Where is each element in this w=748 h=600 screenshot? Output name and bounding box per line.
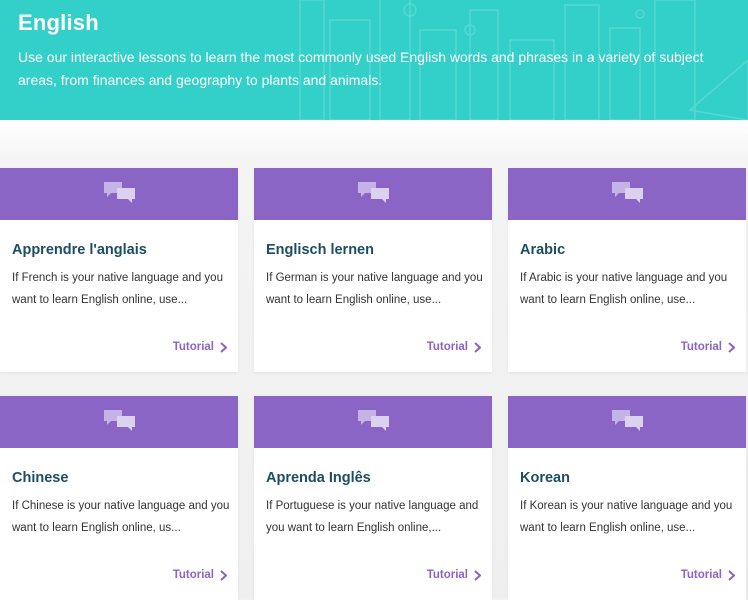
card-header: [508, 168, 746, 220]
card-description: If German is your native language and yo…: [266, 272, 483, 306]
card-title[interactable]: Aprenda Inglês: [266, 470, 371, 486]
chat-bubbles-icon: [358, 182, 389, 203]
tutorial-link-label: Tutorial: [680, 569, 722, 581]
card-description: If Korean is your native language and yo…: [520, 500, 733, 534]
page-description: Use our interactive lessons to learn the…: [18, 49, 704, 88]
card-chinese[interactable]: Chinese If Chinese is your native langua…: [0, 396, 238, 600]
card-description: If French is your native language and yo…: [12, 272, 223, 306]
chevron-right-icon: [220, 569, 227, 581]
page-title: English: [18, 10, 99, 35]
tutorial-link-label: Tutorial: [172, 341, 214, 353]
tutorial-link[interactable]: Tutorial: [681, 341, 735, 353]
card-header: [0, 168, 238, 220]
card-header: [254, 168, 492, 220]
card-englisch-lernen[interactable]: Englisch lernen If German is your native…: [254, 168, 492, 372]
tutorial-link-label: Tutorial: [426, 341, 468, 353]
chevron-right-icon: [728, 569, 735, 581]
card-apprendre-langlais[interactable]: Apprendre l'anglais If French is your na…: [0, 168, 238, 372]
card-title[interactable]: Korean: [520, 470, 570, 486]
tutorial-link[interactable]: Tutorial: [173, 569, 227, 581]
card-aprenda-ingles[interactable]: Aprenda Inglês If Portuguese is your nat…: [254, 396, 492, 600]
card-title[interactable]: Chinese: [12, 470, 68, 486]
chat-bubbles-icon: [358, 410, 389, 431]
card-header: [254, 396, 492, 448]
chevron-right-icon: [220, 341, 227, 353]
card-description: If Arabic is your native language and yo…: [520, 272, 728, 306]
card-title[interactable]: Apprendre l'anglais: [12, 242, 147, 258]
chat-bubbles-icon: [104, 182, 135, 203]
card-description: If Portuguese is your native language an…: [266, 500, 479, 534]
hero-banner: English Use our interactive lessons to l…: [0, 0, 748, 120]
chat-bubbles-icon: [104, 410, 135, 431]
tutorial-link-label: Tutorial: [680, 341, 722, 353]
card-title[interactable]: Arabic: [520, 242, 565, 258]
card-title[interactable]: Englisch lernen: [266, 242, 374, 258]
tutorial-link[interactable]: Tutorial: [681, 569, 735, 581]
chat-bubbles-icon: [612, 182, 643, 203]
tutorial-link[interactable]: Tutorial: [173, 341, 227, 353]
chat-bubbles-icon: [612, 410, 643, 431]
chevron-right-icon: [474, 569, 481, 581]
card-korean[interactable]: Korean If Korean is your native language…: [508, 396, 746, 600]
card-header: [508, 396, 746, 448]
tutorial-link-label: Tutorial: [426, 569, 468, 581]
tutorial-link-label: Tutorial: [172, 569, 214, 581]
chevron-right-icon: [728, 341, 735, 353]
card-arabic[interactable]: Arabic If Arabic is your native language…: [508, 168, 746, 372]
tutorial-link[interactable]: Tutorial: [427, 569, 481, 581]
card-header: [0, 396, 238, 448]
chevron-right-icon: [474, 341, 481, 353]
tutorial-link[interactable]: Tutorial: [427, 341, 481, 353]
card-description: If Chinese is your native language and y…: [12, 500, 230, 534]
